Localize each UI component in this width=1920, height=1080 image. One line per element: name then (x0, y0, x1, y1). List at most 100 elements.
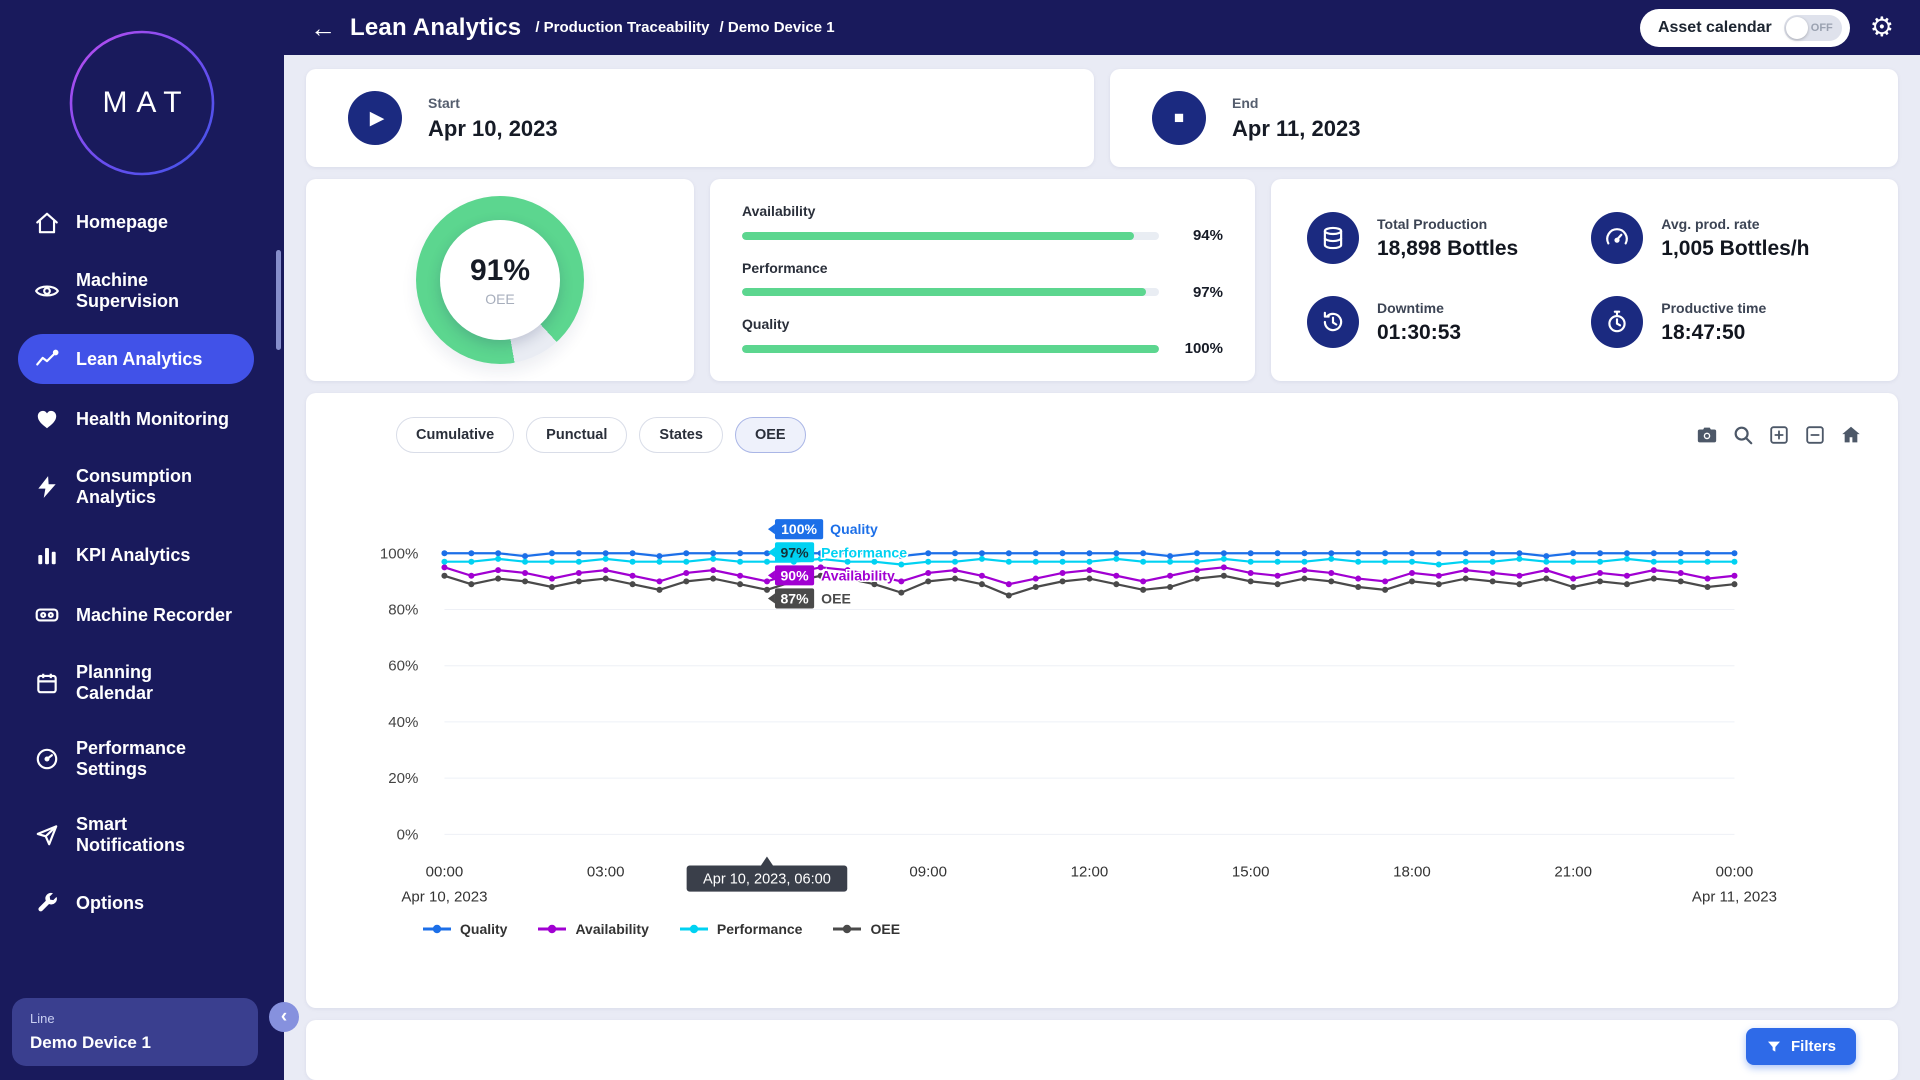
series-marker (1570, 576, 1576, 582)
series-marker (441, 559, 447, 565)
sidebar-scrollbar[interactable] (276, 250, 281, 350)
x-tick-label: 09:00 (909, 864, 947, 881)
sidebar-item-machine-recorder[interactable]: Machine Recorder (18, 590, 254, 640)
series-marker (1060, 559, 1066, 565)
end-card: ■ End Apr 11, 2023 (1110, 69, 1898, 167)
productive-time-stat: Productive time 18:47:50 (1591, 296, 1862, 348)
availability-label: Availability (742, 203, 1223, 219)
legend-item-quality[interactable]: Quality (422, 921, 507, 937)
legend-item-availability[interactable]: Availability (537, 921, 648, 937)
bottom-panel: Filters (306, 1020, 1898, 1080)
tab-cumulative[interactable]: Cumulative (396, 417, 514, 453)
tab-punctual[interactable]: Punctual (526, 417, 627, 453)
series-marker (1436, 581, 1442, 587)
series-marker (925, 550, 931, 556)
sidebar-collapse-button[interactable]: ‹ (269, 1002, 299, 1032)
series-marker (1516, 581, 1522, 587)
series-marker (1597, 578, 1603, 584)
zoom-out-icon[interactable] (1804, 424, 1826, 446)
series-marker (710, 556, 716, 562)
sidebar-item-consumption-analytics[interactable]: Consumption Analytics (18, 454, 254, 520)
series-marker (1436, 550, 1442, 556)
line-device-name: Demo Device 1 (30, 1033, 240, 1053)
series-marker (1409, 559, 1415, 565)
stat-value: 18,898 Bottles (1377, 237, 1518, 261)
chart-toolbar (1696, 424, 1862, 446)
sidebar-item-performance-settings[interactable]: Performance Settings (18, 726, 254, 792)
sidebar-item-label: Options (76, 893, 144, 914)
tab-oee[interactable]: OEE (735, 417, 806, 453)
sidebar-item-homepage[interactable]: Homepage (18, 198, 254, 248)
back-arrow-icon[interactable]: ← (310, 15, 336, 41)
stat-label: Productive time (1661, 300, 1766, 316)
series-marker (764, 550, 770, 556)
sidebar-item-smart-notifications[interactable]: Smart Notifications (18, 802, 254, 868)
breadcrumb-demo-device[interactable]: / Demo Device 1 (720, 19, 835, 36)
y-tick-label: 60% (388, 658, 418, 675)
zoom-icon[interactable] (1732, 424, 1754, 446)
series-marker (441, 550, 447, 556)
series-marker (1221, 550, 1227, 556)
series-marker (630, 550, 636, 556)
series-marker (576, 570, 582, 576)
series-marker (1463, 550, 1469, 556)
series-marker (1624, 581, 1630, 587)
series-marker (576, 559, 582, 565)
sidebar-item-health-monitoring[interactable]: Health Monitoring (18, 394, 254, 444)
sidebar-item-lean-analytics[interactable]: Lean Analytics (18, 334, 254, 384)
series-marker (683, 578, 689, 584)
oee-value: 91% (470, 254, 530, 288)
series-marker (1006, 581, 1012, 587)
calendar-icon (34, 670, 60, 696)
series-marker (1543, 567, 1549, 573)
heart-icon (34, 406, 60, 432)
legend-item-performance[interactable]: Performance (679, 921, 803, 937)
gauge-icon (34, 746, 60, 772)
oee-label: OEE (485, 291, 515, 307)
quality-bar-fill (742, 345, 1159, 353)
series-marker (1006, 592, 1012, 598)
tab-states[interactable]: States (639, 417, 723, 453)
reset-home-icon[interactable] (1840, 424, 1862, 446)
performance-label: Performance (742, 260, 1223, 276)
series-marker (495, 567, 501, 573)
camera-icon[interactable] (1696, 424, 1718, 446)
sidebar-item-kpi-analytics[interactable]: KPI Analytics (18, 530, 254, 580)
asset-calendar-toggle[interactable]: OFF (1784, 15, 1842, 41)
series-marker (1463, 567, 1469, 573)
zoom-in-icon[interactable] (1768, 424, 1790, 446)
legend-item-oee[interactable]: OEE (832, 921, 900, 937)
line-device-card[interactable]: Line Demo Device 1 (12, 998, 258, 1066)
series-marker (1355, 576, 1361, 582)
performance-bar-row: Performance 97% (742, 260, 1223, 301)
series-marker (1248, 550, 1254, 556)
downtime-stat: Downtime 01:30:53 (1307, 296, 1591, 348)
series-marker (710, 567, 716, 573)
asset-calendar-control[interactable]: Asset calendar OFF (1640, 9, 1850, 47)
filters-button[interactable]: Filters (1746, 1028, 1856, 1065)
series-marker (737, 550, 743, 556)
series-marker (1355, 584, 1361, 590)
sidebar-item-label: Machine Supervision (76, 270, 179, 312)
sidebar-item-machine-supervision[interactable]: Machine Supervision (18, 258, 254, 324)
breadcrumb-production-traceability[interactable]: / Production Traceability (535, 19, 709, 36)
sidebar-item-options[interactable]: Options (18, 878, 254, 928)
series-marker (979, 556, 985, 562)
series-marker (1731, 550, 1737, 556)
series-marker (1328, 550, 1334, 556)
settings-gear-icon[interactable]: ⚙ (1870, 14, 1894, 41)
series-marker (1060, 550, 1066, 556)
series-marker (1355, 559, 1361, 565)
oee-chart-svg[interactable]: 0%20%40%60%80%100%00:00Apr 10, 202303:00… (334, 483, 1870, 913)
series-marker (1248, 559, 1254, 565)
series-marker (737, 559, 743, 565)
header-right: Asset calendar OFF ⚙ (1640, 9, 1894, 47)
chart-top-bar: Cumulative Punctual States OEE (334, 417, 1870, 453)
toggle-state-label: OFF (1811, 22, 1833, 34)
series-marker (1705, 550, 1711, 556)
series-marker (764, 559, 770, 565)
sidebar-item-planning-calendar[interactable]: Planning Calendar (18, 650, 254, 716)
y-tick-label: 100% (380, 545, 418, 562)
series-marker (1731, 581, 1737, 587)
series-marker (549, 559, 555, 565)
